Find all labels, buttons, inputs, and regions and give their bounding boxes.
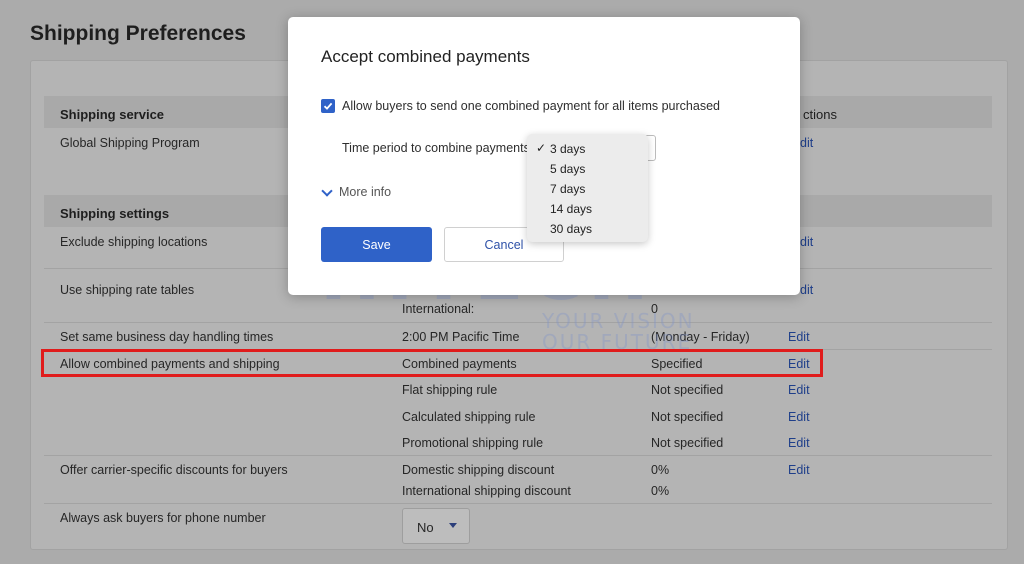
handling-times-cutoff: 2:00 PM Pacific Time xyxy=(402,330,520,344)
edit-link-flat-rule[interactable]: Edit xyxy=(788,383,810,397)
more-info-label: More info xyxy=(339,185,392,199)
save-button[interactable]: Save xyxy=(321,227,432,262)
time-period-label: Time period to combine payments xyxy=(342,141,530,155)
calculated-rule-label: Calculated shipping rule xyxy=(402,410,536,424)
row-label-handling-times: Set same business day handling times xyxy=(60,330,274,344)
edit-link-rate-tables[interactable]: dit xyxy=(800,283,813,297)
more-info-toggle[interactable]: More info xyxy=(321,185,391,199)
modal-title: Accept combined payments xyxy=(321,47,530,66)
intl-discount-value: 0% xyxy=(651,484,670,498)
row-label-phone-number: Always ask buyers for phone number xyxy=(60,511,266,525)
row-divider xyxy=(44,322,992,323)
row-label-carrier-discounts: Offer carrier-specific discounts for buy… xyxy=(60,463,288,477)
actions-header: ctions xyxy=(803,107,837,122)
edit-link-promotional-rule[interactable]: Edit xyxy=(788,436,810,450)
chevron-down-icon xyxy=(321,185,333,197)
combined-payment-checkbox[interactable] xyxy=(321,99,335,113)
phone-number-select[interactable]: No xyxy=(402,508,470,544)
edit-link-calculated-rule[interactable]: Edit xyxy=(788,410,810,424)
phone-number-select-value: No xyxy=(417,520,434,535)
row-label-exclude-locations: Exclude shipping locations xyxy=(60,235,208,249)
row-label-rate-tables: Use shipping rate tables xyxy=(60,283,195,297)
edit-link-global-shipping[interactable]: dit xyxy=(800,136,813,150)
watermark-tagline-line1: YOUR VISION xyxy=(542,309,695,333)
watermark-tagline: YOUR VISION OUR FUTURE xyxy=(542,311,695,353)
edit-link-exclude-locations[interactable]: dit xyxy=(800,235,813,249)
calculated-rule-status: Not specified xyxy=(651,410,724,424)
dropdown-option-14-days[interactable]: 14 days xyxy=(527,199,648,219)
checkbox-label: Allow buyers to send one combined paymen… xyxy=(342,99,720,113)
row-divider xyxy=(44,455,992,456)
section-header-label: Shipping service xyxy=(60,107,165,122)
dropdown-option-label: 3 days xyxy=(550,142,586,156)
domestic-discount-value: 0% xyxy=(651,463,670,477)
dropdown-option-label: 7 days xyxy=(550,182,586,196)
page-title: Shipping Preferences xyxy=(30,22,246,45)
domestic-discount-label: Domestic shipping discount xyxy=(402,463,555,477)
time-period-dropdown-menu: ✓ 3 days 5 days 7 days 14 days 30 days xyxy=(527,134,648,242)
combined-payments-highlight-box xyxy=(41,349,823,377)
promotional-rule-label: Promotional shipping rule xyxy=(402,436,544,450)
watermark-tagline-line2: OUR FUTURE xyxy=(542,330,693,354)
flat-rule-status: Not specified xyxy=(651,383,724,397)
row-divider xyxy=(44,503,992,504)
dropdown-option-3-days[interactable]: ✓ 3 days xyxy=(527,139,648,159)
dropdown-option-label: 14 days xyxy=(550,202,593,216)
flat-rule-label: Flat shipping rule xyxy=(402,383,498,397)
edit-link-handling-times[interactable]: Edit xyxy=(788,330,810,344)
dropdown-option-7-days[interactable]: 7 days xyxy=(527,179,648,199)
intl-discount-label: International shipping discount xyxy=(402,484,571,498)
row-label-global-shipping: Global Shipping Program xyxy=(60,136,200,150)
dropdown-option-label: 30 days xyxy=(550,222,593,236)
edit-link-carrier-discounts[interactable]: Edit xyxy=(788,463,810,477)
selected-check-icon: ✓ xyxy=(536,141,547,155)
dropdown-option-label: 5 days xyxy=(550,162,586,176)
checkmark-icon xyxy=(323,102,333,110)
dropdown-option-30-days[interactable]: 30 days xyxy=(527,219,648,239)
caret-down-icon xyxy=(449,523,457,528)
promotional-rule-status: Not specified xyxy=(651,436,724,450)
dropdown-option-5-days[interactable]: 5 days xyxy=(527,159,648,179)
